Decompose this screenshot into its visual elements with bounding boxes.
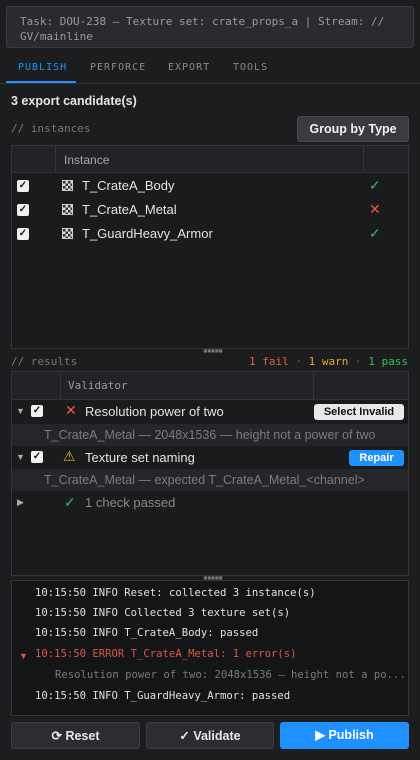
instance-checkbox[interactable]: ✓: [17, 180, 29, 192]
instance-name: T_CrateA_Body: [82, 178, 175, 193]
group-by-type-button[interactable]: Group by Type: [297, 116, 409, 142]
task-header: Task: DOU-238 — Texture set: crate_props…: [6, 6, 414, 48]
log-line-detail: Resolution power of two: 2048x1536 — hei…: [55, 669, 406, 681]
tab-perforce[interactable]: PERFORCE: [90, 62, 146, 73]
reset-button[interactable]: ⟳ Reset: [11, 722, 140, 749]
log-line: 10:15:50 INFO Reset: collected 3 instanc…: [35, 587, 316, 599]
candidates-title: 3 export candidate(s): [11, 94, 137, 108]
results-header: Validator: [12, 372, 408, 400]
fail-count: 1 fail: [249, 355, 289, 368]
validator-detail: T_CrateA_Metal — 2048x1536 — height not …: [12, 424, 408, 446]
results-panel: Validator ▼ ✓ ✕ Resolution power of two …: [11, 371, 409, 576]
instance-row[interactable]: ✓ T_CrateA_Body ✓: [12, 174, 408, 198]
validator-row[interactable]: ▼ ✓ ✕ Resolution power of two Select Inv…: [12, 400, 408, 424]
check-icon: ✓: [64, 494, 76, 510]
instance-row[interactable]: ✓ T_GuardHeavy_Armor ✓: [12, 222, 408, 246]
tab-bar: PUBLISH PERFORCE EXPORT TOOLS: [0, 56, 420, 84]
log-panel: 10:15:50 INFO Reset: collected 3 instanc…: [11, 580, 409, 716]
warn-count: 1 warn: [308, 355, 349, 368]
select-invalid-button[interactable]: Select Invalid: [314, 404, 404, 420]
texture-icon: [62, 204, 73, 215]
log-line-error: 10:15:50 ERROR T_CrateA_Metal: 1 error(s…: [35, 648, 297, 660]
chevron-down-icon[interactable]: ▼: [16, 406, 25, 416]
splitter-handle[interactable]: ▪▪▪▪▪: [203, 347, 223, 355]
tab-publish[interactable]: PUBLISH: [18, 62, 67, 73]
log-line: 10:15:50 INFO T_GuardHeavy_Armor: passed: [35, 690, 291, 702]
x-icon: ✕: [369, 201, 381, 217]
validator-column-header: Validator: [68, 379, 128, 392]
tab-tools[interactable]: TOOLS: [233, 62, 268, 73]
instance-checkbox[interactable]: ✓: [17, 204, 29, 216]
active-tab-indicator: [6, 81, 76, 83]
texture-icon: [62, 228, 73, 239]
results-summary: 1 fail · 1 warn · 1 pass: [249, 355, 408, 368]
instances-panel: Instance ✓ T_CrateA_Body ✓ ✓ T_CrateA_Me…: [11, 145, 409, 349]
chevron-right-icon[interactable]: ▶: [17, 497, 24, 508]
instance-column-header: Instance: [64, 153, 110, 167]
passed-count-label: 1 check passed: [85, 495, 176, 510]
check-icon: ✓: [369, 177, 381, 193]
log-line: 10:15:50 INFO Collected 3 texture set(s): [35, 607, 291, 619]
instance-name: T_GuardHeavy_Armor: [82, 226, 213, 241]
instance-row[interactable]: ✓ T_CrateA_Metal ✕: [12, 198, 408, 222]
validate-button[interactable]: ✓ Validate: [146, 722, 274, 749]
instance-name: T_CrateA_Metal: [82, 202, 177, 217]
repair-button[interactable]: Repair: [349, 450, 404, 466]
instances-label: // instances: [11, 122, 91, 135]
pass-count: 1 pass: [368, 355, 408, 368]
task-line-2: GV/mainline: [20, 30, 93, 43]
instances-header: Instance: [12, 146, 408, 173]
validator-name: Texture set naming: [85, 450, 195, 465]
tab-export[interactable]: EXPORT: [168, 62, 210, 73]
check-icon: ✓: [369, 225, 381, 241]
publish-button[interactable]: ▶ Publish: [280, 722, 409, 749]
instance-checkbox[interactable]: ✓: [17, 228, 29, 240]
results-label: // results: [11, 355, 78, 368]
x-icon: ✕: [65, 402, 77, 418]
log-line: 10:15:50 INFO T_CrateA_Body: passed: [35, 627, 259, 639]
validator-checkbox[interactable]: ✓: [31, 405, 43, 417]
passed-group-row[interactable]: ▶ ✓ 1 check passed: [12, 491, 408, 515]
validator-row[interactable]: ▼ ✓ ⚠ Texture set naming Repair: [12, 446, 408, 470]
chevron-down-icon[interactable]: ▼: [16, 452, 25, 462]
validator-name: Resolution power of two: [85, 404, 224, 419]
validator-checkbox[interactable]: ✓: [31, 451, 43, 463]
warning-icon: ⚠: [63, 448, 76, 464]
validator-detail: T_CrateA_Metal — expected T_CrateA_Metal…: [12, 469, 408, 491]
texture-icon: [62, 180, 73, 191]
task-line-1: Task: DOU-238 — Texture set: crate_props…: [20, 15, 385, 28]
